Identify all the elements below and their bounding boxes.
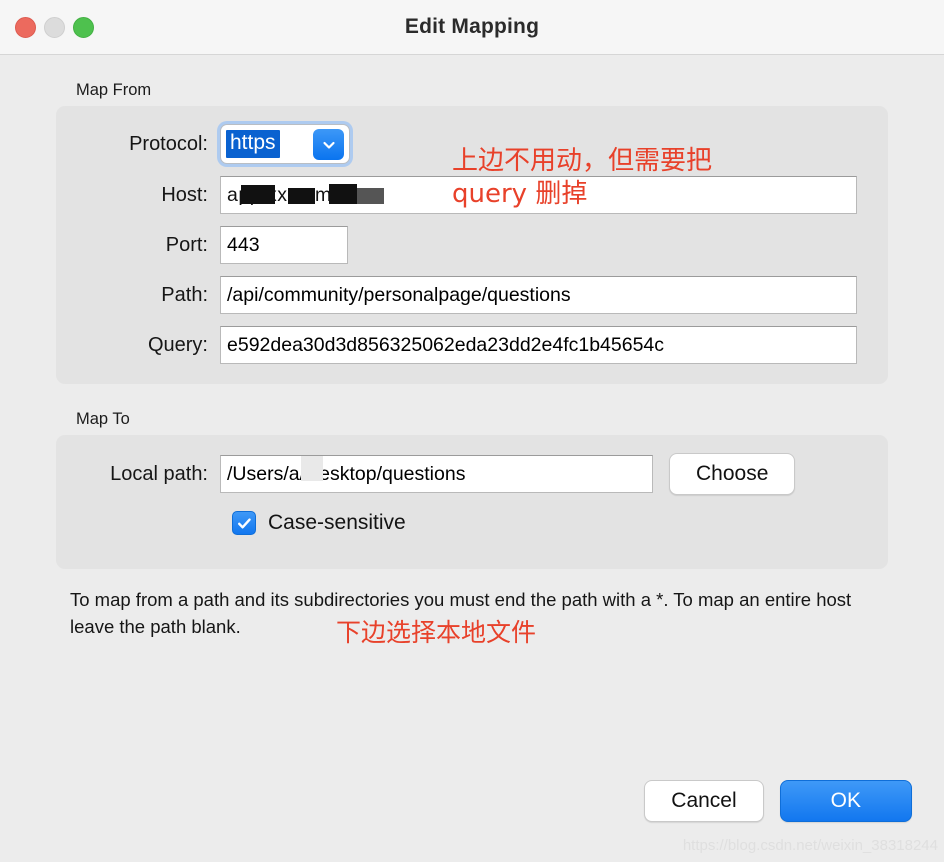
cancel-button[interactable]: Cancel [644,780,764,822]
local-path-input[interactable]: /Users/ a/Desktop/questions [220,455,653,493]
close-window-button[interactable] [15,17,36,38]
traffic-light-group [15,17,94,38]
ok-button[interactable]: OK [779,780,912,822]
host-redaction-bar-3 [329,184,357,204]
minimize-window-button[interactable] [44,17,65,38]
query-row: Query: e592dea30d3d856325062eda23dd2e4fc… [78,326,866,364]
local-path-value-before: /Users/ [227,462,289,485]
chevron-down-icon[interactable] [313,129,344,160]
case-sensitive-label: Case-sensitive [268,511,406,534]
host-redaction-bar-1 [241,185,275,204]
protocol-label: Protocol: [129,132,208,155]
case-sensitive-checkbox[interactable] [232,511,256,535]
watermark: https://blog.csdn.net/weixin_38318244 [682,837,938,854]
local-path-redaction-bar [301,456,323,481]
case-sensitive-row[interactable]: Case-sensitive [78,511,866,535]
protocol-value: https [226,129,280,159]
local-path-label: Local path: [110,462,208,485]
dialog-footer: Cancel OK [644,780,912,822]
map-to-groupbox: Local path: /Users/ a/Desktop/questions … [56,435,888,569]
path-label: Path: [161,283,208,306]
protocol-select[interactable]: https [220,124,350,164]
path-row: Path: /api/community/personalpage/questi… [78,276,866,314]
query-label: Query: [147,333,208,356]
path-input[interactable]: /api/community/personalpage/questions [220,276,857,314]
host-redaction-bar-2 [288,188,315,204]
query-input[interactable]: e592dea30d3d856325062eda23dd2e4fc1b45654… [220,326,857,364]
annotation-bottom: 下边选择本地文件 [336,618,537,647]
port-row: Port: 443 [78,226,866,264]
window-title-bar: Edit Mapping [0,0,944,55]
local-path-value-wrapper: /Users/ a/Desktop/questions [227,456,646,486]
annotation-top: 上边不用动，但需要把 query 删掉 [452,146,713,209]
map-to-group-label: Map To [76,410,130,428]
port-input[interactable]: 443 [220,226,348,264]
maximize-window-button[interactable] [73,17,94,38]
host-label: Host: [161,183,208,206]
local-path-row: Local path: /Users/ a/Desktop/questions … [78,453,866,495]
port-label: Port: [165,233,208,256]
choose-button[interactable]: Choose [669,453,796,495]
host-redaction-bar-4 [357,188,384,204]
map-from-group-label: Map From [76,81,152,99]
window-title: Edit Mapping [404,15,540,38]
